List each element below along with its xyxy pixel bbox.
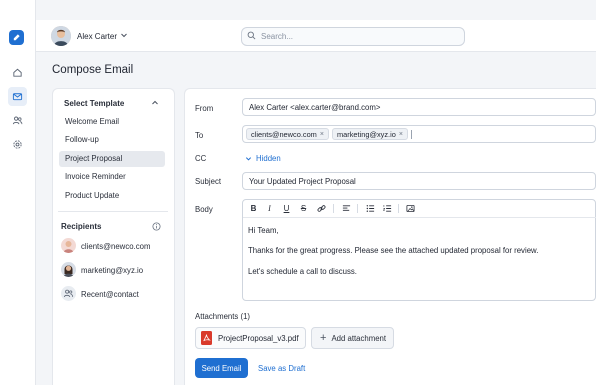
- chip-label: clients@newco.com: [251, 129, 317, 139]
- subject-value: Your Updated Project Proposal: [249, 177, 356, 186]
- close-icon[interactable]: ×: [399, 129, 403, 140]
- recipients-heading: Recipients: [61, 222, 102, 231]
- toolbar-separator: [357, 204, 358, 213]
- underline-button[interactable]: U: [281, 203, 292, 214]
- subject-label: Subject: [195, 177, 222, 186]
- users-icon[interactable]: [8, 111, 27, 130]
- toolbar-separator: [398, 204, 399, 213]
- toolbar-divider: [243, 217, 596, 218]
- strikethrough-button[interactable]: S: [298, 203, 309, 214]
- attachments-label: Attachments (1): [195, 312, 251, 321]
- mail-icon[interactable]: [8, 87, 27, 106]
- chevron-down-icon[interactable]: [120, 31, 128, 41]
- plus-icon: +: [320, 332, 327, 344]
- numbered-list-icon[interactable]: [382, 203, 393, 214]
- template-welcome-email[interactable]: Welcome Email: [59, 114, 165, 130]
- toolbar-separator: [333, 204, 334, 213]
- page-title: Compose Email: [52, 64, 134, 76]
- to-label: To: [195, 131, 204, 140]
- add-attachment-button[interactable]: + Add attachment: [311, 327, 394, 349]
- template-follow-up[interactable]: Follow-up: [59, 132, 165, 148]
- chevron-down-icon: [245, 157, 252, 161]
- body-label: Body: [195, 205, 213, 214]
- from-value: Alex Carter <alex.carter@brand.com>: [249, 103, 381, 112]
- recipient-item[interactable]: clients@newco.com: [81, 242, 150, 251]
- body-line: Hi Team,: [248, 226, 279, 235]
- chip-label: marketing@xyz.io: [337, 129, 396, 139]
- recipient-avatar: [61, 262, 76, 277]
- text-cursor: [411, 130, 412, 139]
- user-avatar[interactable]: [51, 26, 71, 46]
- link-icon[interactable]: [316, 203, 327, 214]
- nav-rail: [0, 0, 36, 385]
- body-line: Thanks for the great progress. Please se…: [248, 246, 539, 255]
- search-placeholder: Search...: [261, 32, 294, 41]
- app-logo-icon[interactable]: [9, 30, 24, 45]
- from-field[interactable]: Alex Carter <alex.carter@brand.com>: [242, 98, 596, 116]
- body-line: Let's schedule a call to discuss.: [248, 267, 357, 276]
- cc-toggle-label: Hidden: [256, 154, 281, 163]
- align-left-icon[interactable]: [341, 203, 352, 214]
- send-email-button[interactable]: Send Email: [195, 358, 248, 378]
- chevron-up-icon[interactable]: [151, 99, 159, 109]
- pdf-file-icon: [201, 331, 212, 345]
- bullet-list-icon[interactable]: [365, 203, 376, 214]
- bold-button[interactable]: B: [248, 203, 259, 214]
- home-icon[interactable]: [8, 63, 27, 82]
- template-invoice-reminder[interactable]: Invoice Reminder: [59, 169, 165, 185]
- divider: [58, 211, 168, 212]
- attachment-name: ProjectProposal_v3.pdf: [218, 334, 299, 343]
- recipient-avatar: [61, 238, 76, 253]
- info-icon[interactable]: [152, 222, 161, 233]
- close-icon[interactable]: ×: [320, 129, 324, 140]
- recipient-item[interactable]: marketing@xyz.io: [81, 266, 143, 275]
- recipient-item[interactable]: Recent@contact: [81, 290, 139, 299]
- italic-button[interactable]: I: [264, 203, 275, 214]
- from-label: From: [195, 104, 214, 113]
- add-attachment-label: Add attachment: [331, 333, 387, 343]
- cc-label: CC: [195, 154, 207, 163]
- cc-toggle[interactable]: Hidden: [245, 154, 281, 163]
- save-draft-button[interactable]: Save as Draft: [258, 364, 305, 373]
- user-name[interactable]: Alex Carter: [77, 32, 117, 41]
- template-project-proposal[interactable]: Project Proposal: [59, 151, 165, 167]
- image-icon[interactable]: [405, 203, 416, 214]
- settings-gear-icon[interactable]: [8, 135, 27, 154]
- template-product-update[interactable]: Product Update: [59, 188, 165, 204]
- select-template-heading: Select Template: [64, 99, 125, 108]
- subject-field[interactable]: Your Updated Project Proposal: [242, 172, 596, 190]
- search-icon: [247, 31, 256, 42]
- recipient-chip[interactable]: marketing@xyz.io ×: [332, 128, 408, 140]
- contact-icon: [61, 286, 76, 301]
- recipient-chip[interactable]: clients@newco.com ×: [246, 128, 329, 140]
